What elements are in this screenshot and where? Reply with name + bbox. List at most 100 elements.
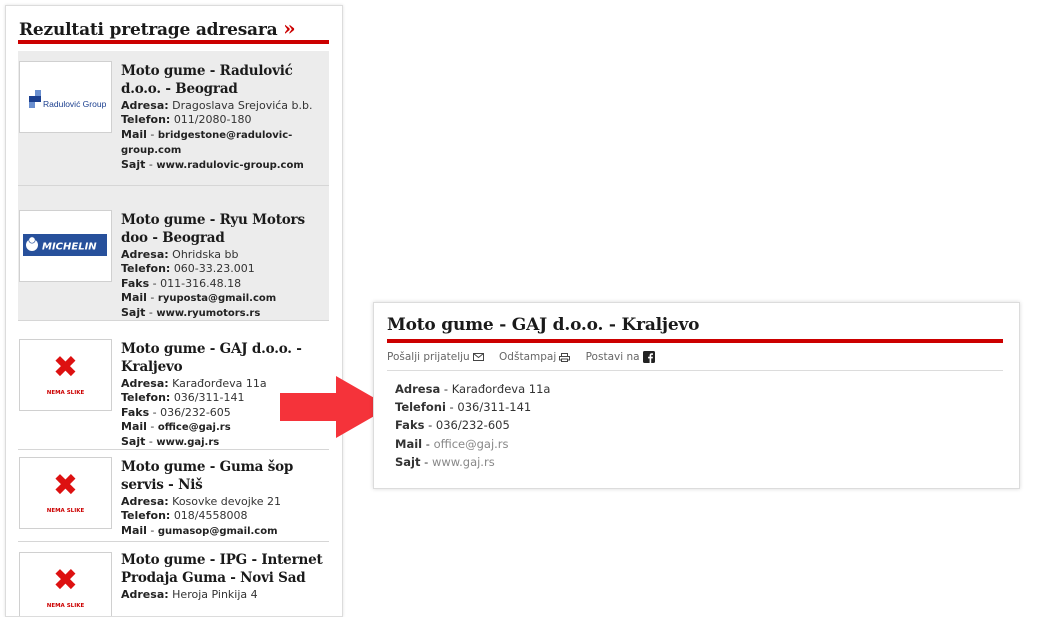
listing-thumbnail[interactable]: Radulović Group [19,61,112,133]
listing-name[interactable]: Moto gume - Guma šop servis - Niš [121,458,325,494]
phone-label: Telefon: [121,391,171,405]
listing-detail-panel: Moto gume - GAJ d.o.o. - Kraljevo Pošalj… [373,302,1020,489]
listing-name[interactable]: Moto gume - GAJ d.o.o. - Kraljevo [121,340,325,376]
listing-mail: Mail - ryuposta@gmail.com [121,290,277,304]
list-item[interactable]: Radulović Group Moto gume - Radulović d.… [18,51,329,186]
phones-value: 036/311-141 [457,400,532,415]
address-label: Adresa: [121,248,169,261]
detail-fax: Faks - 036/232-605 [395,418,510,433]
address-value: Heroja Pinkija 4 [172,588,258,601]
no-image-placeholder: ✖ NEMA SLIKE [20,340,111,410]
list-item[interactable]: ✖ NEMA SLIKE Moto gume - IPG - Internet … [18,542,329,616]
mail-link[interactable]: office@gaj.rs [434,437,509,451]
listing-phone: Telefon: 060-33.23.001 [121,262,325,276]
address-value: Ohridska bb [172,248,239,261]
red-x-icon: ✖ [52,563,79,598]
mail-value[interactable]: bridgestone@radulovic-group.com [121,130,292,156]
listing-website: Sajt - www.ryumotors.rs [121,306,261,320]
address-value: Karađorđeva 11a [172,377,267,390]
mail-label: Mail [121,419,147,433]
facebook-icon [642,351,655,363]
radulovic-group-logo: Radulović Group [26,72,106,120]
mail-value[interactable]: office@gaj.rs [158,422,231,433]
listing-info: Moto gume - IPG - Internet Prodaja Guma … [121,551,325,602]
mail-value[interactable]: ryuposta@gmail.com [158,293,276,304]
listing-address: Adresa: Heroja Pinkija 4 [121,588,325,602]
no-image-placeholder: ✖ NEMA SLIKE [20,553,111,616]
phone-label: Telefon: [121,113,171,127]
listing-name[interactable]: Moto gume - Radulović d.o.o. - Beograd [121,62,325,98]
fax-label: Faks [121,405,150,419]
post-to-label: Postavi na [585,351,640,363]
listing-address: Adresa: Ohridska bb [121,248,325,262]
detail-phones: Telefoni - 036/311-141 [395,400,532,415]
send-to-friend-label: Pošalji prijatelju [387,351,470,363]
website-value[interactable]: www.radulovic-group.com [156,160,303,171]
phone-value: 018/4558008 [173,509,248,523]
no-image-placeholder: ✖ NEMA SLIKE [20,458,111,528]
listing-phone: Telefon: 011/2080-180 [121,113,325,127]
fax-value: 011-316.48.18 [160,276,242,290]
detail-mail: Mail - office@gaj.rs [395,436,509,451]
listing-mail: Mail - bridgestone@radulovic-group.com [121,127,293,156]
post-to-facebook-link[interactable]: Postavi na [586,351,655,363]
detail-info: Adresa - Karađorđeva 11a Telefoni - 036/… [395,380,550,471]
listing-fax: Faks - 011-316.48.18 [121,276,242,290]
listing-name[interactable]: Moto gume - IPG - Internet Prodaja Guma … [121,551,325,587]
website-link[interactable]: www.gaj.rs [432,455,495,469]
actions-divider [387,370,1003,371]
listing-thumbnail[interactable]: ✖ NEMA SLIKE [19,552,112,616]
address-label: Adresa: [121,99,169,112]
michelin-logo-text: MICHELIN [42,242,97,253]
website-label: Sajt [395,454,421,469]
mail-value[interactable]: gumasop@gmail.com [158,526,278,537]
listing-address: Adresa: Kosovke devojke 21 [121,495,325,509]
mail-label: Mail [121,127,147,141]
detail-website: Sajt - www.gaj.rs [395,454,495,469]
address-label: Adresa: [121,588,169,601]
listing-phone: Telefon: 018/4558008 [121,509,325,523]
raquo-icon: » [283,16,296,40]
phone-value: 060-33.23.001 [173,262,255,276]
no-image-caption: NEMA SLIKE [46,508,85,514]
phone-label: Telefon: [121,262,171,276]
address-label: Adresa [395,382,441,396]
address-label: Adresa: [121,495,169,508]
fax-value: 036/232-605 [160,405,231,419]
red-x-icon: ✖ [52,350,79,385]
detail-actions: Pošalji prijatelju Odštampaj Postavi na [387,351,667,363]
listing-thumbnail[interactable]: MICHELIN [19,210,112,282]
address-value: Karađorđeva 11a [451,382,551,396]
website-value[interactable]: www.gaj.rs [156,437,219,448]
results-title-text: Rezultati pretrage adresara [19,20,278,40]
address-value: Kosovke devojke 21 [172,495,282,508]
detail-title-underline [387,339,1003,343]
printer-icon [559,352,571,362]
listing-thumbnail[interactable]: ✖ NEMA SLIKE [19,339,112,411]
title-underline [18,40,329,44]
results-title: Rezultati pretrage adresara » [19,16,296,40]
phone-label: Telefon: [121,509,171,523]
listing-mail: Mail - gumasop@gmail.com [121,523,278,537]
listing-thumbnail[interactable]: ✖ NEMA SLIKE [19,457,112,529]
mail-label: Mail [121,523,147,537]
website-label: Sajt [121,158,146,172]
print-link[interactable]: Odštampaj [499,351,571,363]
list-item[interactable]: ✖ NEMA SLIKE Moto gume - Guma šop servis… [18,451,329,542]
detail-title: Moto gume - GAJ d.o.o. - Kraljevo [387,315,700,335]
mail-label: Mail [395,436,423,451]
radulovic-logo-text: Radulović Group [43,99,106,109]
list-item[interactable]: MICHELIN Moto gume - Ryu Motors doo - Be… [18,186,329,321]
listing-name[interactable]: Moto gume - Ryu Motors doo - Beograd [121,211,325,247]
listing-info: Moto gume - Radulović d.o.o. - Beograd A… [121,62,325,173]
listing-info: Moto gume - Ryu Motors doo - Beograd Adr… [121,211,325,321]
phone-value: 011/2080-180 [173,113,252,127]
no-image-caption: NEMA SLIKE [46,390,85,396]
address-value: Dragoslava Srejovića b.b. [172,99,313,112]
fax-value: 036/232-605 [435,418,510,433]
envelope-icon [472,353,484,361]
send-to-friend-link[interactable]: Pošalji prijatelju [387,351,484,363]
listing-info: Moto gume - Guma šop servis - Niš Adresa… [121,458,325,539]
website-value[interactable]: www.ryumotors.rs [156,308,260,319]
no-image-caption: NEMA SLIKE [46,603,85,609]
